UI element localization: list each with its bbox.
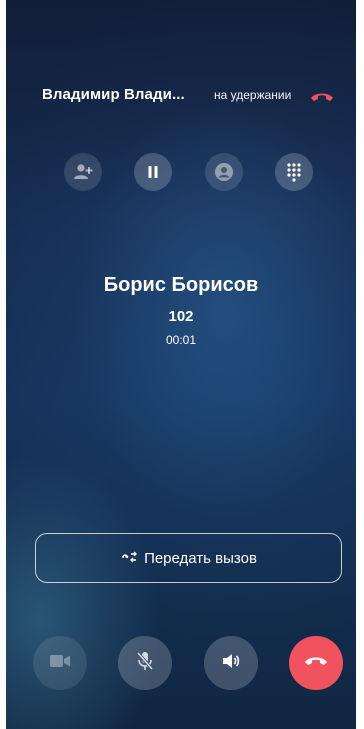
contact-icon <box>214 162 234 182</box>
video-icon <box>49 653 71 674</box>
mic-off-icon <box>135 650 155 677</box>
pause-icon <box>146 165 160 179</box>
mute-button[interactable] <box>118 636 172 690</box>
dialpad-icon <box>286 162 302 182</box>
hold-button[interactable] <box>134 153 172 191</box>
caller-name: Борис Борисов <box>103 274 259 296</box>
speaker-button[interactable] <box>204 636 258 690</box>
dialpad-button[interactable] <box>275 153 313 191</box>
held-call-status: на удержании <box>214 88 292 102</box>
hangup-icon <box>303 654 329 673</box>
call-controls <box>6 636 356 692</box>
speaker-icon <box>221 652 241 675</box>
end-call-button[interactable] <box>289 636 343 690</box>
add-participant-button[interactable] <box>64 153 102 191</box>
call-timer: 00:01 <box>165 333 197 347</box>
call-screen: Владимир Влади... на удержании Борис Бор… <box>6 0 356 729</box>
caller-number: 102 <box>168 308 194 325</box>
call-actions <box>6 153 356 193</box>
video-button[interactable] <box>33 636 87 690</box>
held-call-bar[interactable]: Владимир Влади... на удержании <box>6 78 356 114</box>
contact-button[interactable] <box>205 153 243 191</box>
held-caller-name: Владимир Влади... <box>42 86 185 103</box>
transfer-call-button[interactable]: Передать вызов <box>35 533 342 583</box>
held-hangup-icon[interactable] <box>309 87 335 105</box>
transfer-call-label: Передать вызов <box>144 549 257 567</box>
transfer-icon <box>120 550 138 566</box>
add-person-icon <box>73 163 93 181</box>
